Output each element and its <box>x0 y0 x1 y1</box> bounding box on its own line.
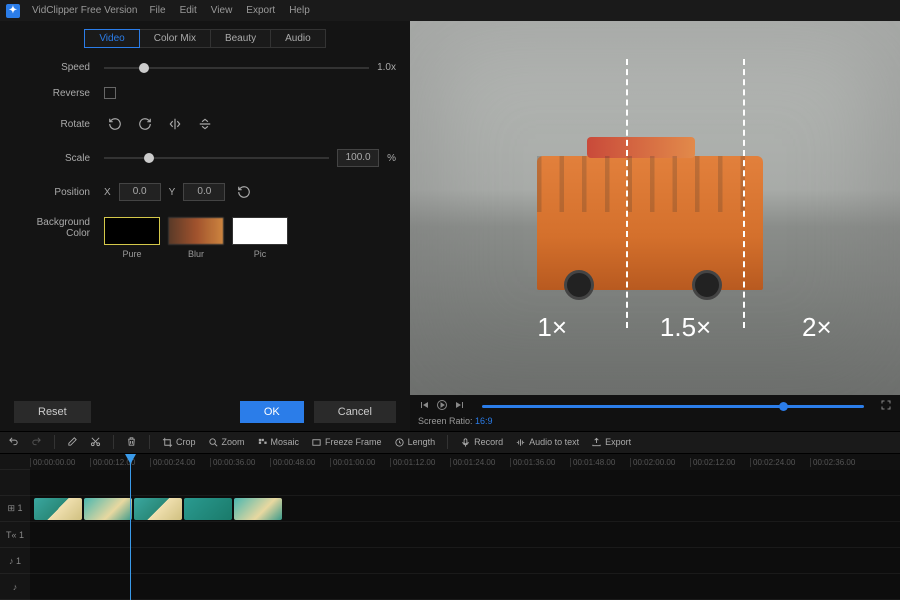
tab-beauty[interactable]: Beauty <box>211 29 271 48</box>
next-frame-icon[interactable] <box>454 399 466 414</box>
menu-help[interactable]: Help <box>289 5 310 16</box>
zoom-label-1-5: 1.5× <box>660 312 711 343</box>
position-y-input[interactable]: 0.0 <box>183 183 225 201</box>
menu-file[interactable]: File <box>149 5 165 16</box>
clip-4[interactable] <box>184 498 232 520</box>
fullscreen-icon[interactable] <box>880 399 892 414</box>
app-logo-icon: ✦ <box>6 4 20 18</box>
record-tool[interactable]: Record <box>460 437 503 448</box>
track-head-text[interactable]: T« 1 <box>0 522 30 548</box>
bgcolor-pure-label: Pure <box>122 249 141 259</box>
tab-video[interactable]: Video <box>84 29 139 48</box>
seek-bar[interactable] <box>482 405 864 408</box>
menu-export[interactable]: Export <box>246 5 275 16</box>
app-title: VidClipper Free Version <box>32 5 137 16</box>
rotate-ccw-icon[interactable] <box>104 113 126 135</box>
position-reset-icon[interactable] <box>233 181 255 203</box>
cut-icon[interactable] <box>90 436 101 449</box>
menu-edit[interactable]: Edit <box>180 5 197 16</box>
delete-icon[interactable] <box>126 436 137 449</box>
scale-unit: % <box>387 153 396 164</box>
zoom-label-1: 1× <box>537 312 567 343</box>
track-head-ését[interactable] <box>0 470 30 496</box>
edit-icon[interactable] <box>67 436 78 449</box>
position-y-label: Y <box>169 187 176 198</box>
position-x-label: X <box>104 187 111 198</box>
playhead[interactable] <box>130 454 131 600</box>
undo-icon[interactable] <box>8 436 19 449</box>
zoom-label-2: 2× <box>802 312 832 343</box>
clip-5[interactable] <box>234 498 282 520</box>
tab-color-mix[interactable]: Color Mix <box>140 29 211 48</box>
bgcolor-pic-label: Pic <box>254 249 267 259</box>
play-icon[interactable] <box>436 399 448 414</box>
preview-subject <box>537 156 762 290</box>
crop-tool[interactable]: Crop <box>162 437 196 448</box>
speed-label: Speed <box>14 62 104 73</box>
flip-vertical-icon[interactable] <box>194 113 216 135</box>
clip-1[interactable] <box>34 498 82 520</box>
speed-slider[interactable] <box>104 67 369 69</box>
preview-pane: 1× 1.5× 2× Screen Ratio: 16:9 <box>410 21 900 431</box>
export-tool[interactable]: Export <box>591 437 631 448</box>
clip-3[interactable] <box>134 498 182 520</box>
prev-frame-icon[interactable] <box>418 399 430 414</box>
tab-audio[interactable]: Audio <box>271 29 326 48</box>
reverse-checkbox[interactable] <box>104 87 116 99</box>
video-track[interactable] <box>30 496 900 522</box>
rotate-label: Rotate <box>14 119 104 130</box>
audio-to-text-tool[interactable]: Audio to text <box>515 437 579 448</box>
reset-button[interactable]: Reset <box>14 401 91 423</box>
position-x-input[interactable]: 0.0 <box>119 183 161 201</box>
timeline-toolbar: Crop Zoom Mosaic Freeze Frame Length Rec… <box>0 431 900 454</box>
menu-view[interactable]: View <box>211 5 233 16</box>
scale-input[interactable]: 100.0 <box>337 149 379 167</box>
redo-icon[interactable] <box>31 436 42 449</box>
guide-line-1 <box>626 59 628 328</box>
screen-ratio-value[interactable]: 16:9 <box>475 416 493 426</box>
bgcolor-blur-label: Blur <box>188 249 204 259</box>
freeze-frame-tool[interactable]: Freeze Frame <box>311 437 382 448</box>
clip-2[interactable] <box>84 498 132 520</box>
bgcolor-pure-swatch[interactable] <box>104 217 160 245</box>
ok-button[interactable]: OK <box>240 401 304 423</box>
titlebar: ✦ VidClipper Free Version File Edit View… <box>0 0 900 21</box>
scale-slider[interactable] <box>104 157 329 159</box>
guide-line-2 <box>743 59 745 328</box>
rotate-cw-icon[interactable] <box>134 113 156 135</box>
timeline: ⊞ 1 T« 1 ♪ 1 ♪ 00:00:00.0000:00:12.0000:… <box>0 454 900 600</box>
mosaic-tool[interactable]: Mosaic <box>257 437 300 448</box>
property-tabs: Video Color Mix Beauty Audio <box>14 29 396 48</box>
track-head-video[interactable]: ⊞ 1 <box>0 496 30 522</box>
bgcolor-blur-swatch[interactable] <box>168 217 224 245</box>
bgcolor-pic-swatch[interactable] <box>232 217 288 245</box>
reverse-label: Reverse <box>14 88 104 99</box>
bgcolor-label: Background Color <box>14 217 104 239</box>
time-ruler[interactable]: 00:00:00.0000:00:12.0000:00:24.0000:00:3… <box>30 454 900 470</box>
properties-panel: Video Color Mix Beauty Audio Speed 1.0x … <box>0 21 410 431</box>
zoom-tool[interactable]: Zoom <box>208 437 245 448</box>
track-head-audio1[interactable]: ♪ 1 <box>0 548 30 574</box>
cancel-button[interactable]: Cancel <box>314 401 396 423</box>
length-tool[interactable]: Length <box>394 437 436 448</box>
scale-label: Scale <box>14 153 104 164</box>
screen-ratio-label: Screen Ratio: <box>418 416 473 426</box>
track-head-audio2[interactable]: ♪ <box>0 574 30 600</box>
menubar: File Edit View Export Help <box>149 5 309 16</box>
position-label: Position <box>14 187 104 198</box>
speed-value: 1.0x <box>377 62 396 73</box>
preview-video: 1× 1.5× 2× <box>410 21 900 395</box>
flip-horizontal-icon[interactable] <box>164 113 186 135</box>
